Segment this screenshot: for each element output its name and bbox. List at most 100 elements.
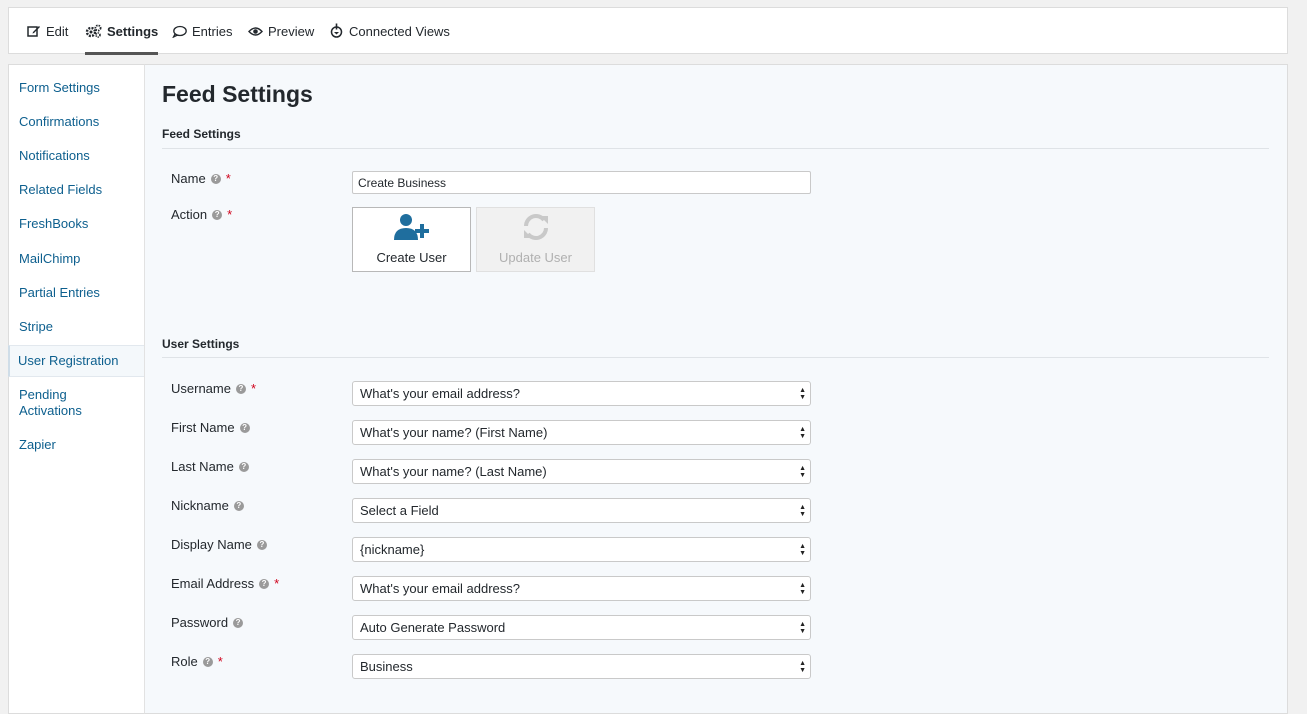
last-name-label: Last Name: [171, 459, 234, 474]
help-icon[interactable]: ?: [233, 500, 244, 511]
help-icon[interactable]: ?: [259, 578, 270, 589]
required-mark: *: [217, 654, 223, 669]
nickname-label: Nickname: [171, 498, 229, 513]
password-select-value: Auto Generate Password: [360, 620, 506, 635]
display-name-label: Display Name: [171, 537, 252, 552]
help-icon[interactable]: ?: [256, 539, 267, 550]
create-user-option[interactable]: Create User: [352, 207, 471, 272]
last-name-select[interactable]: What's your name? (Last Name) ▲ ▼: [352, 459, 811, 484]
nickname-select-value: Select a Field: [360, 503, 439, 518]
email-address-select[interactable]: What's your email address? ▲ ▼: [352, 576, 811, 601]
sidebar-item-stripe[interactable]: Stripe: [9, 319, 144, 335]
tab-entries[interactable]: Entries: [172, 8, 232, 54]
tab-preview[interactable]: Preview: [248, 8, 314, 54]
select-arrows-icon: ▲ ▼: [799, 387, 806, 401]
gears-icon: [85, 24, 102, 38]
username-label: Username: [171, 381, 231, 396]
add-user-icon: [393, 213, 431, 244]
role-label: Role: [171, 654, 198, 669]
form-toolbar: Edit Settings Entries Preview Connected …: [8, 7, 1288, 55]
nickname-select[interactable]: Select a Field ▲ ▼: [352, 498, 811, 523]
last-name-label-row: Last Name ?: [171, 459, 249, 474]
required-mark: *: [250, 381, 257, 396]
action-label-row: Action ? *: [171, 207, 232, 222]
role-select-value: Business: [360, 659, 413, 674]
sidebar-item-confirmations[interactable]: Confirmations: [9, 114, 144, 130]
select-arrows-icon: ▲ ▼: [799, 504, 806, 518]
email-address-label-row: Email Address ? *: [171, 576, 279, 591]
password-label: Password: [171, 615, 229, 630]
email-address-label: Email Address: [171, 576, 255, 591]
update-user-option[interactable]: Update User: [476, 207, 595, 272]
first-name-label: First Name: [171, 420, 235, 435]
required-mark: *: [227, 207, 233, 222]
section-divider: [162, 357, 1269, 358]
select-arrows-icon: ▲ ▼: [799, 543, 806, 557]
feed-settings-panel: Feed Settings Feed Settings Name ? * Act…: [145, 64, 1288, 714]
name-label: Name: [171, 171, 206, 186]
help-icon[interactable]: ?: [239, 422, 250, 433]
settings-sidebar: Form Settings Confirmations Notification…: [8, 64, 145, 714]
first-name-select[interactable]: What's your name? (First Name) ▲ ▼: [352, 420, 811, 445]
sidebar-item-zapier[interactable]: Zapier: [9, 437, 144, 453]
last-name-select-value: What's your name? (Last Name): [360, 464, 547, 479]
help-icon[interactable]: ?: [202, 656, 213, 667]
username-select[interactable]: What's your email address? ▲ ▼: [352, 381, 811, 406]
page-title: Feed Settings: [162, 81, 313, 107]
feed-name-input[interactable]: [352, 171, 811, 194]
sidebar-item-mailchimp[interactable]: MailChimp: [9, 251, 144, 267]
sidebar-item-notifications[interactable]: Notifications: [9, 148, 144, 164]
password-select[interactable]: Auto Generate Password ▲ ▼: [352, 615, 811, 640]
tab-entries-label: Entries: [192, 23, 233, 39]
sidebar-item-partial-entries[interactable]: Partial Entries: [9, 285, 144, 301]
update-user-label: Update User: [499, 250, 572, 265]
tab-settings[interactable]: Settings: [85, 8, 159, 55]
username-label-row: Username ? *: [171, 381, 256, 396]
nickname-label-row: Nickname ?: [171, 498, 244, 513]
select-arrows-icon: ▲ ▼: [799, 582, 806, 596]
display-name-label-row: Display Name ?: [171, 537, 267, 552]
sidebar-item-user-registration[interactable]: User Registration: [8, 345, 144, 377]
select-arrows-icon: ▲ ▼: [799, 660, 806, 674]
action-label: Action: [171, 207, 208, 222]
first-name-label-row: First Name ?: [171, 420, 250, 435]
required-mark: *: [274, 576, 280, 591]
sidebar-item-freshbooks[interactable]: FreshBooks: [9, 216, 144, 232]
tab-edit-label: Edit: [46, 23, 69, 39]
help-icon[interactable]: ?: [233, 617, 244, 628]
comment-icon: [172, 25, 187, 38]
sidebar-item-related-fields[interactable]: Related Fields: [9, 182, 144, 198]
sidebar-item-form-settings[interactable]: Form Settings: [9, 80, 144, 96]
refresh-icon: [521, 213, 551, 244]
first-name-select-value: What's your name? (First Name): [360, 425, 548, 440]
tab-settings-label: Settings: [107, 23, 159, 39]
required-mark: *: [225, 171, 231, 186]
help-icon[interactable]: ?: [238, 461, 249, 472]
tab-connected-views-label: Connected Views: [349, 23, 450, 39]
role-select[interactable]: Business ▲ ▼: [352, 654, 811, 679]
user-settings-section-title: User Settings: [162, 337, 240, 351]
eye-icon: [248, 26, 263, 37]
password-label-row: Password ?: [171, 615, 244, 630]
help-icon[interactable]: ?: [212, 209, 223, 220]
name-label-row: Name ? *: [171, 171, 231, 186]
gravityview-icon: [329, 23, 344, 39]
edit-icon: [27, 25, 41, 38]
select-arrows-icon: ▲ ▼: [799, 621, 806, 635]
display-name-select-value: {nickname}: [360, 542, 425, 557]
tab-connected-views[interactable]: Connected Views: [329, 8, 450, 54]
sidebar-item-pending-activations[interactable]: Pending Activations: [9, 387, 119, 419]
select-arrows-icon: ▲ ▼: [799, 465, 806, 479]
tab-preview-label: Preview: [268, 23, 315, 39]
username-select-value: What's your email address?: [360, 386, 520, 401]
email-address-select-value: What's your email address?: [360, 581, 520, 596]
create-user-label: Create User: [376, 250, 447, 265]
role-label-row: Role ? *: [171, 654, 223, 669]
help-icon[interactable]: ?: [210, 173, 221, 184]
display-name-select[interactable]: {nickname} ▲ ▼: [352, 537, 811, 562]
help-icon[interactable]: ?: [235, 383, 246, 394]
section-divider: [162, 148, 1269, 149]
feed-settings-section-title: Feed Settings: [162, 127, 241, 141]
tab-edit[interactable]: Edit: [27, 8, 68, 54]
select-arrows-icon: ▲ ▼: [799, 426, 806, 440]
